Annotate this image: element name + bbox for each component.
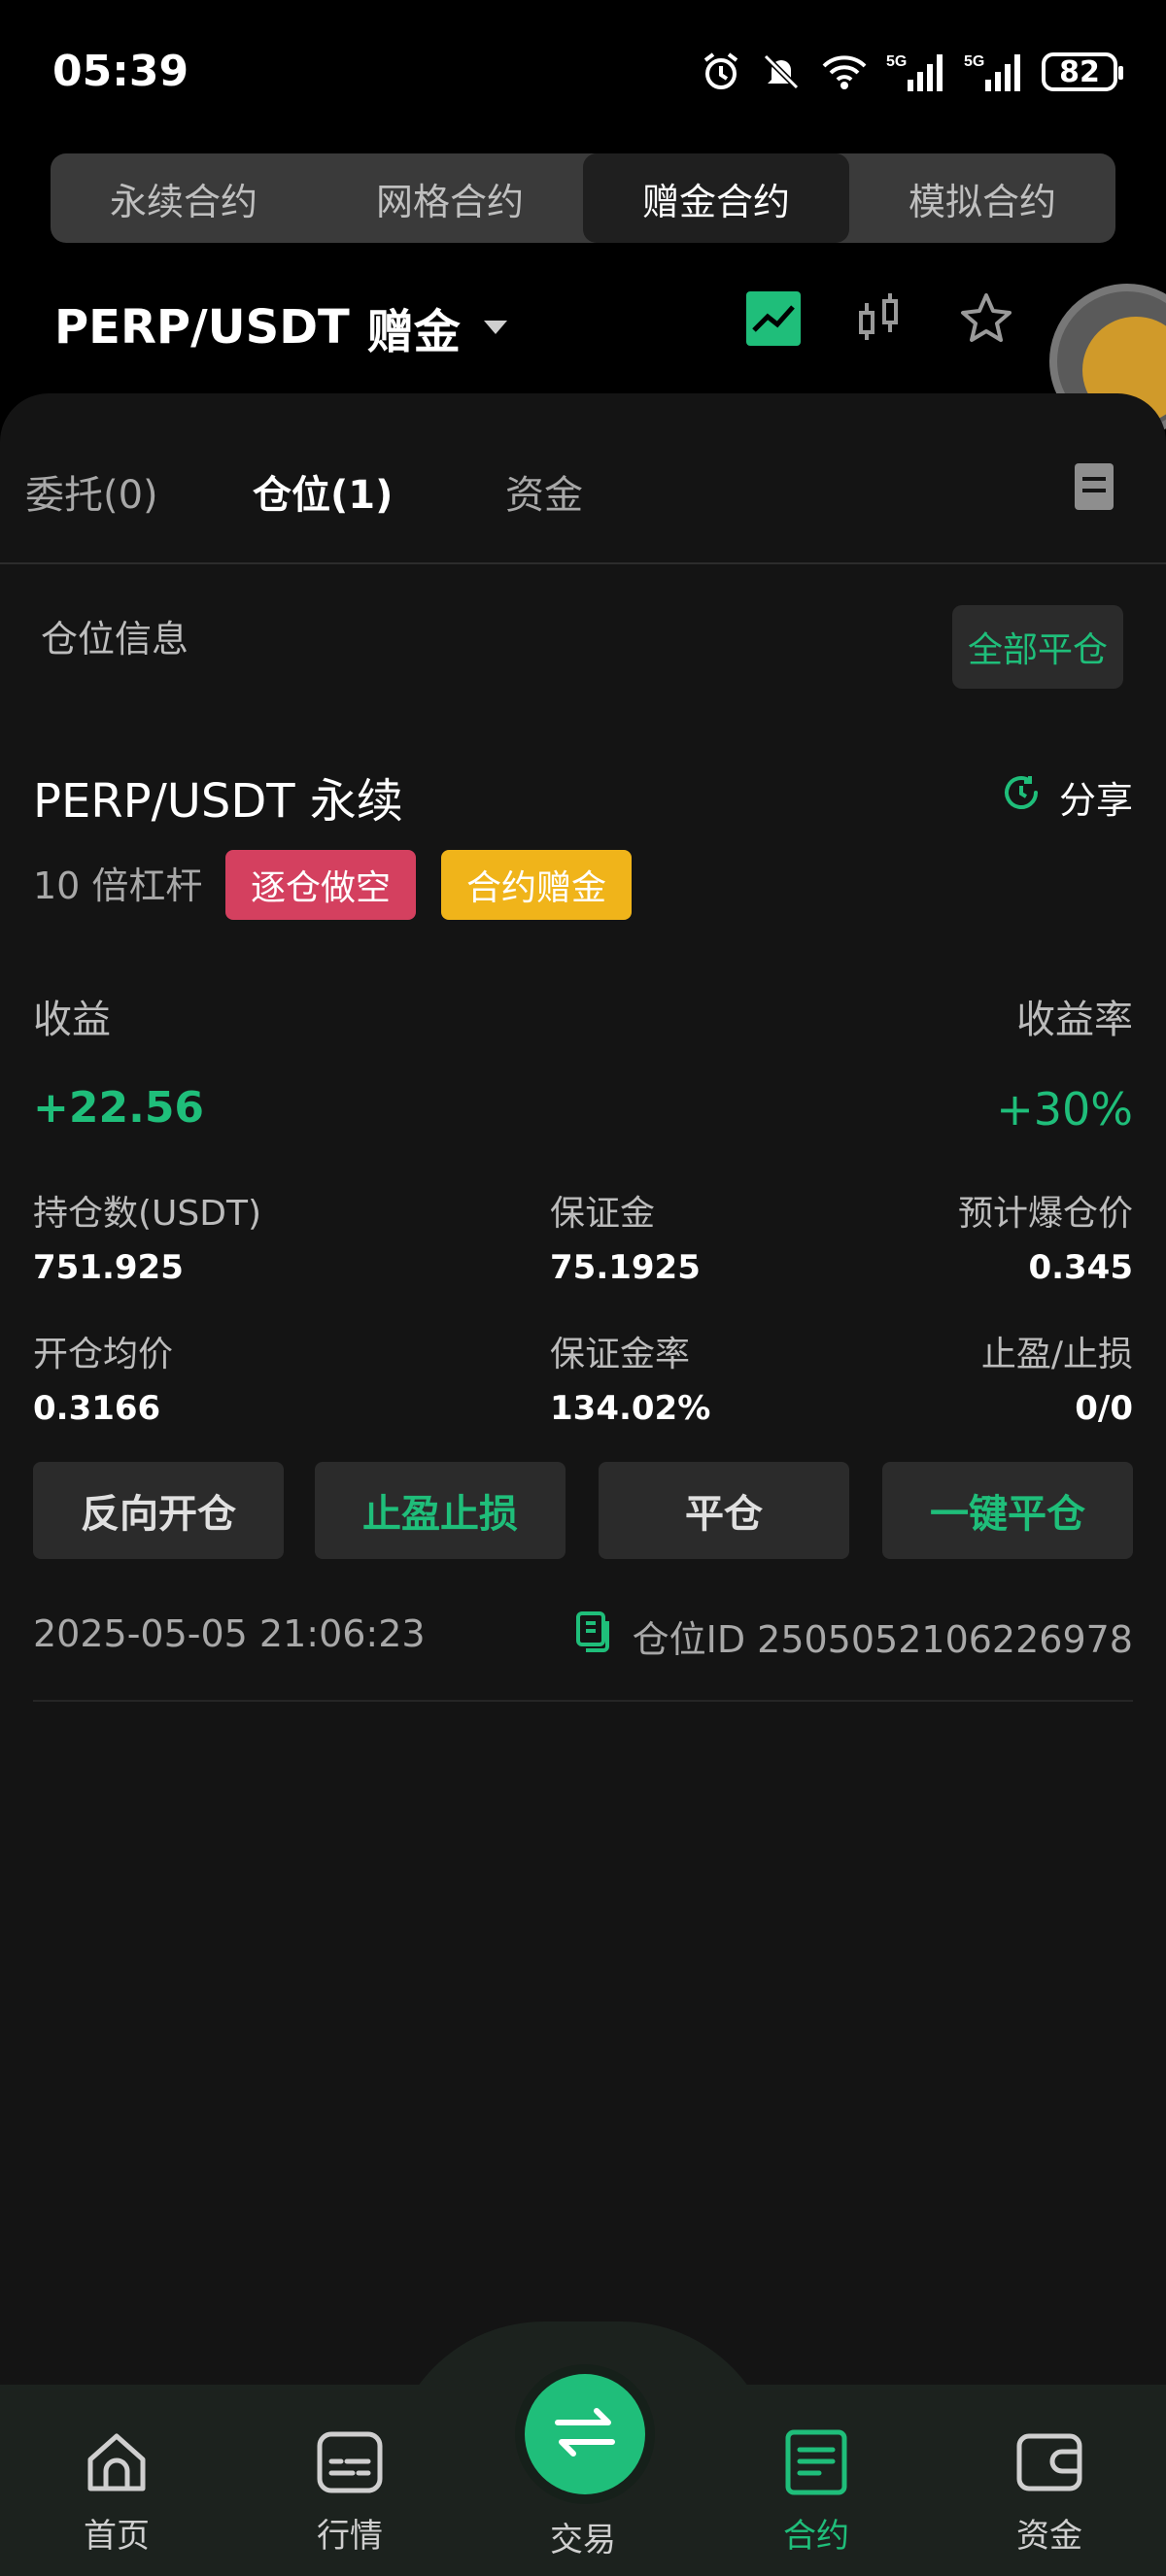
pnl-label: 收益: [33, 998, 111, 1042]
contract-type-tabs: 永续合约 网格合约 赠金合约 模拟合约: [51, 153, 1115, 243]
section-title: 仓位信息: [41, 618, 189, 661]
nav-home[interactable]: 首页: [39, 2428, 194, 2557]
tab-perpetual[interactable]: 永续合约: [51, 153, 317, 243]
margin-value: 75.1925: [550, 1248, 701, 1287]
nav-market[interactable]: 行情: [272, 2428, 428, 2557]
nav-home-label: 首页: [84, 2517, 150, 2556]
chart-toggle-icon[interactable]: [746, 291, 801, 350]
nav-trade-label: 交易: [550, 2521, 616, 2559]
nav-contract[interactable]: 合约: [738, 2428, 894, 2557]
tab-orders[interactable]: 委托(0): [25, 463, 158, 520]
document-icon[interactable]: [1075, 463, 1114, 510]
tpsl-button[interactable]: 止盈止损: [315, 1462, 566, 1559]
signal-icon-2: 5G: [964, 51, 1024, 93]
tab-funds[interactable]: 资金: [505, 463, 583, 520]
pair-symbol: PERP/USDT: [54, 300, 350, 355]
close-position-button[interactable]: 平仓: [599, 1462, 849, 1559]
pair-selector[interactable]: PERP/USDT 赠金: [54, 293, 507, 361]
star-icon[interactable]: [958, 291, 1014, 350]
swap-icon: [554, 2405, 616, 2463]
nav-assets[interactable]: 资金: [972, 2428, 1127, 2557]
tab-positions[interactable]: 仓位(1): [253, 463, 393, 520]
nav-market-label: 行情: [317, 2517, 383, 2556]
entry-price-value: 0.3166: [33, 1389, 161, 1428]
divider: [33, 1700, 1133, 1702]
wifi-icon: [820, 52, 869, 91]
reverse-open-button[interactable]: 反向开仓: [33, 1462, 284, 1559]
quick-close-button[interactable]: 一键平仓: [882, 1462, 1133, 1559]
share-label: 分享: [1058, 779, 1133, 822]
pair-header: PERP/USDT 赠金: [0, 282, 1166, 369]
status-bar: 05:39 5G 5G 82: [0, 0, 1166, 146]
margin-label: 保证金: [550, 1194, 656, 1234]
candlestick-icon[interactable]: [855, 291, 904, 350]
liq-price-value: 0.345: [1028, 1248, 1133, 1287]
status-icons: 5G 5G 82: [700, 51, 1123, 93]
status-time: 05:39: [52, 47, 189, 96]
wallet-icon: [1015, 2428, 1083, 2505]
tpsl-label: 止盈/止损: [980, 1335, 1133, 1374]
side-badge: 逐仓做空: [225, 850, 416, 920]
tab-grid[interactable]: 网格合约: [317, 153, 583, 243]
chevron-down-icon: [483, 321, 507, 334]
contract-icon: [782, 2428, 850, 2505]
mute-bell-icon: [760, 51, 803, 93]
tab-bonus[interactable]: 赠金合约: [583, 153, 849, 243]
margin-rate-value: 134.02%: [550, 1389, 711, 1428]
position-name: PERP/USDT 永续: [33, 774, 403, 829]
battery-indicator: 82: [1042, 52, 1123, 91]
position-id[interactable]: 仓位ID 2505052106226978: [574, 1610, 1133, 1663]
share-button[interactable]: 分享: [1001, 770, 1133, 824]
size-label: 持仓数(USDT): [33, 1194, 262, 1234]
sub-tabs: 委托(0) 仓位(1) 资金: [0, 393, 1166, 564]
signal-icon: 5G: [886, 51, 946, 93]
pair-tag: 赠金: [366, 305, 461, 359]
pnl-rate-value: +30%: [996, 1083, 1133, 1135]
svg-text:5G: 5G: [886, 53, 907, 70]
bonus-badge: 合约赠金: [441, 850, 632, 920]
entry-price-label: 开仓均价: [33, 1335, 174, 1374]
liq-price-label: 预计爆仓价: [957, 1194, 1133, 1234]
alarm-icon: [700, 51, 742, 93]
home-icon: [83, 2428, 151, 2505]
position-timestamp: 2025-05-05 21:06:23: [33, 1612, 426, 1655]
market-icon: [316, 2428, 384, 2505]
nav-assets-label: 资金: [1016, 2517, 1082, 2556]
tab-demo[interactable]: 模拟合约: [849, 153, 1115, 243]
nav-trade-button[interactable]: [525, 2374, 645, 2494]
size-value: 751.925: [33, 1248, 184, 1287]
position-id-text: 仓位ID 2505052106226978: [632, 1618, 1133, 1661]
tpsl-value: 0/0: [1075, 1389, 1133, 1428]
margin-rate-label: 保证金率: [550, 1335, 691, 1374]
copy-icon: [574, 1611, 613, 1661]
svg-text:5G: 5G: [964, 53, 984, 70]
refresh-share-icon: [1001, 772, 1042, 822]
nav-contract-label: 合约: [783, 2517, 849, 2556]
leverage-label: 10 倍杠杆: [33, 864, 203, 907]
pnl-value: +22.56: [33, 1083, 205, 1133]
pnl-rate-label: 收益率: [1016, 998, 1133, 1042]
close-all-button[interactable]: 全部平仓: [952, 605, 1123, 689]
positions-panel: 委托(0) 仓位(1) 资金 仓位信息 全部平仓 PERP/USDT 永续 分享…: [0, 393, 1166, 2385]
